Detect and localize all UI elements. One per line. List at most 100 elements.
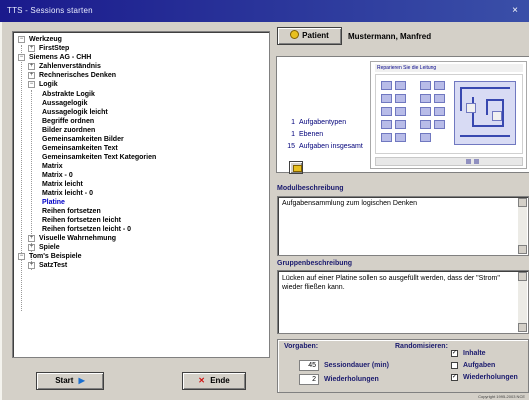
aufgaben-checkbox[interactable] — [451, 362, 458, 369]
tree-node-label: Matrix — [42, 163, 63, 170]
tree-node-label: Aussagelogik — [42, 100, 88, 107]
window-body: − Werkzeug + FirstStep − Siemens AG - CHH +… — [0, 22, 529, 400]
preview-navigation[interactable] — [375, 157, 523, 166]
circuit-tile — [395, 133, 406, 142]
tree-node-label: Platine — [42, 199, 65, 206]
expand-icon[interactable]: + — [28, 244, 35, 251]
collapse-icon[interactable]: − — [18, 253, 25, 260]
tree-node-label: Werkzeug — [29, 36, 62, 43]
tree-node-satztest[interactable]: + SatzTest — [28, 261, 67, 270]
tree-node-begriffe-ordnen[interactable]: Begriffe ordnen — [42, 117, 94, 126]
modul-label: Modulbeschreibung — [277, 185, 344, 192]
tree-node-toms-beispiele[interactable]: − Tom's Beispiele — [18, 252, 82, 261]
tree-node-gemeinsamkeiten-text[interactable]: Gemeinsamkeiten Text — [42, 144, 118, 153]
circuit-tile — [434, 94, 445, 103]
collapse-icon[interactable]: − — [28, 81, 35, 88]
modul-description[interactable]: Aufgabensammlung zum logischen Denken — [277, 196, 529, 256]
scroll-up-icon[interactable] — [518, 198, 527, 207]
tree-node-zahlen[interactable]: + Zahlenverständnis — [28, 62, 101, 71]
module-tree[interactable]: − Werkzeug + FirstStep − Siemens AG - CHH +… — [12, 31, 270, 358]
end-button[interactable]: ✕ Ende — [182, 372, 246, 390]
expand-icon[interactable]: + — [28, 262, 35, 269]
nav-next-icon[interactable] — [474, 159, 479, 164]
circuit-tile — [434, 107, 445, 116]
tree-guide-line — [21, 45, 22, 311]
tree-node-matrix-leicht-0[interactable]: Matrix leicht - 0 — [42, 189, 93, 198]
expand-icon[interactable]: + — [28, 45, 35, 52]
circuit-trace — [472, 125, 504, 127]
collapse-icon[interactable]: − — [18, 36, 25, 43]
tree-node-abstrakte-logik[interactable]: Abstrakte Logik — [42, 90, 95, 99]
scroll-down-icon[interactable] — [518, 245, 527, 254]
expand-icon[interactable]: + — [28, 63, 35, 70]
tree-node-label: Gemeinsamkeiten Bilder — [42, 136, 124, 143]
tree-node-reihen-fortsetzen[interactable]: Reihen fortsetzen — [42, 207, 101, 216]
circuit-trace — [486, 99, 488, 115]
tree-node-reihen-leicht[interactable]: Reihen fortsetzen leicht — [42, 216, 121, 225]
expand-icon[interactable]: + — [28, 235, 35, 242]
scroll-up-icon[interactable] — [518, 272, 527, 281]
wiederholungen-field[interactable]: 2 — [299, 374, 319, 385]
circuit-tile — [420, 120, 431, 129]
tree-node-matrix[interactable]: Matrix — [42, 162, 63, 171]
tree-node-label: Matrix leicht — [42, 181, 83, 188]
circuit-tile — [381, 120, 392, 129]
circuit-tile — [420, 81, 431, 90]
wiederholungen-checkbox[interactable]: ✓ — [451, 374, 458, 381]
circuit-tile — [381, 107, 392, 116]
tree-node-reihen-leicht-0[interactable]: Reihen fortsetzen leicht - 0 — [42, 225, 131, 234]
window-title: TTS - Sessions starten — [7, 6, 93, 15]
stat-label: Aufgaben insgesamt — [299, 143, 363, 150]
circuit-trace — [486, 99, 504, 101]
tree-node-siemens[interactable]: − Siemens AG - CHH — [18, 53, 91, 62]
tree-node-firststep[interactable]: + FirstStep — [28, 44, 69, 53]
scrollbar[interactable] — [518, 272, 527, 332]
tree-node-gemeinsamkeiten-bilder[interactable]: Gemeinsamkeiten Bilder — [42, 135, 124, 144]
tree-node-logik[interactable]: − Logik — [28, 80, 58, 89]
gruppe-label: Gruppenbeschreibung — [277, 260, 353, 267]
module-info-panel: 1 Aufgabentypen 1 Ebenen 15 Aufgaben insges… — [276, 56, 529, 174]
tree-node-label: Reihen fortsetzen — [42, 208, 101, 215]
tree-node-label: SatzTest — [39, 262, 68, 269]
tree-node-label: Reihen fortsetzen leicht - 0 — [42, 226, 132, 233]
tree-node-bilder-zuordnen[interactable]: Bilder zuordnen — [42, 126, 95, 135]
tree-node-label: Visuelle Wahrnehmung — [39, 235, 117, 242]
circuit-trace — [502, 99, 504, 127]
start-button-label: Start — [55, 376, 74, 385]
tree-node-label: Matrix leicht - 0 — [42, 190, 93, 197]
tree-node-werkzeug[interactable]: − Werkzeug — [18, 35, 62, 44]
nav-prev-icon[interactable] — [466, 159, 471, 164]
circuit-tile — [395, 81, 406, 90]
circuit-tile — [420, 107, 431, 116]
details-button[interactable] — [289, 161, 303, 174]
patient-button[interactable]: Patient — [277, 27, 342, 45]
stat-count: 1 — [291, 119, 295, 126]
play-icon: ▶ — [78, 376, 85, 385]
start-button[interactable]: Start ▶ — [36, 372, 104, 390]
gruppe-description[interactable]: Lücken auf einer Platine sollen so ausge… — [277, 270, 529, 334]
collapse-icon[interactable]: − — [18, 54, 25, 61]
tree-node-aussagelogik-leicht[interactable]: Aussagelogik leicht — [42, 108, 108, 117]
scrollbar[interactable] — [518, 198, 527, 254]
tree-node-rechnerisch[interactable]: + Rechnerisches Denken — [28, 71, 116, 80]
tree-node-gemeinsamkeiten-kategorien[interactable]: Gemeinsamkeiten Text Kategorien — [42, 153, 156, 162]
tree-node-spiele[interactable]: + Spiele — [28, 243, 60, 252]
expand-icon[interactable]: + — [28, 72, 35, 79]
scroll-down-icon[interactable] — [518, 323, 527, 332]
circuit-tile — [420, 94, 431, 103]
stat-aufgabentypen: 1 Aufgabentypen — [287, 119, 346, 126]
tree-node-label: Logik — [39, 81, 58, 88]
tree-node-label: Matrix - 0 — [42, 172, 73, 179]
tree-node-label: Rechnerisches Denken — [39, 72, 117, 79]
tree-node-platine[interactable]: Platine — [42, 198, 65, 207]
tree-node-matrix-leicht[interactable]: Matrix leicht — [42, 180, 83, 189]
tree-node-aussagelogik[interactable]: Aussagelogik — [42, 99, 88, 108]
close-icon[interactable]: × — [509, 5, 521, 17]
circuit-tile — [434, 81, 445, 90]
task-preview: Reparieren Sie die Leitung — [370, 61, 527, 169]
tree-node-matrix-0[interactable]: Matrix - 0 — [42, 171, 73, 180]
sessiondauer-field[interactable]: 45 — [299, 360, 319, 371]
circuit-tile — [420, 133, 431, 142]
tree-node-visuelle-wahrnehmung[interactable]: + Visuelle Wahrnehmung — [28, 234, 116, 243]
inhalte-checkbox[interactable]: ✓ — [451, 350, 458, 357]
